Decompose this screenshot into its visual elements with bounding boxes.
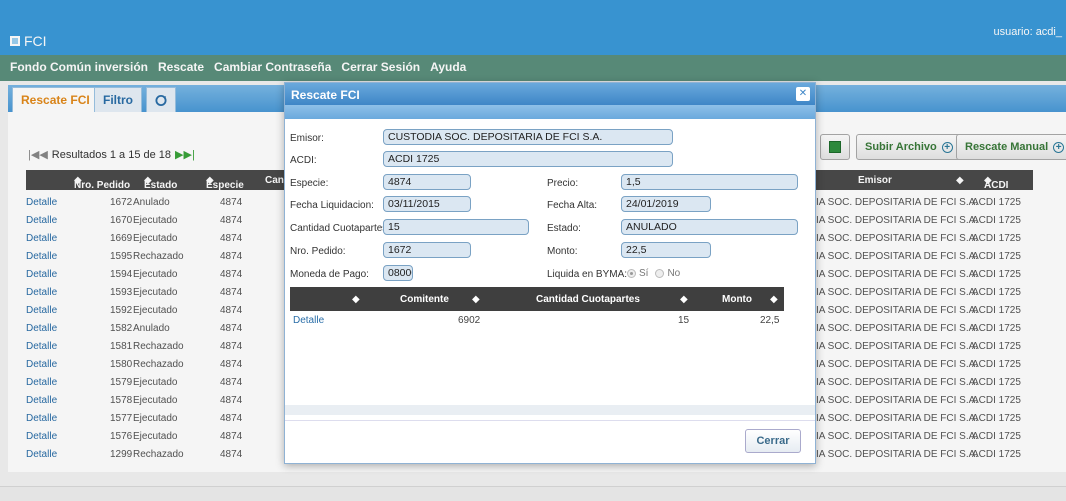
field-cantidad-cuotapartes[interactable]: 15 bbox=[383, 219, 529, 235]
label-estado: Estado: bbox=[547, 223, 581, 234]
dialog-footer-divider bbox=[285, 420, 815, 421]
label-moneda-pago: Moneda de Pago: bbox=[290, 269, 369, 280]
radio-no[interactable] bbox=[655, 269, 665, 278]
radio-si[interactable] bbox=[627, 269, 636, 278]
col-comitente[interactable]: Comitente bbox=[400, 294, 449, 305]
field-precio[interactable]: 1,5 bbox=[621, 174, 798, 190]
cerrar-button[interactable]: Cerrar bbox=[745, 429, 801, 453]
label-precio: Precio: bbox=[547, 178, 579, 189]
label-fecha-liquidacion: Fecha Liquidacion: bbox=[290, 200, 374, 211]
label-liquida-byma: Liquida en BYMA: bbox=[547, 269, 628, 280]
page-footer bbox=[0, 486, 1066, 501]
label-emisor: Emisor: bbox=[290, 133, 324, 144]
dialog-subheader bbox=[285, 105, 815, 119]
cell-cantidad: 15 bbox=[678, 315, 690, 326]
detail-grid-header: ◆ Comitente ◆ Cantidad Cuotapartes ◆ Mon… bbox=[290, 287, 784, 311]
field-acdi[interactable]: ACDI 1725 bbox=[383, 151, 673, 167]
field-fecha-alta[interactable]: 24/01/2019 bbox=[621, 196, 711, 212]
cell-monto: 22,5 bbox=[760, 315, 780, 326]
col-cantidad-cuotapartes[interactable]: Cantidad Cuotapartes bbox=[536, 294, 640, 305]
sort-icon[interactable]: ◆ bbox=[770, 294, 778, 305]
dialog-title: Rescate FCI bbox=[285, 83, 815, 105]
cell-comitente: 6902 bbox=[458, 315, 481, 326]
label-especie: Especie: bbox=[290, 178, 329, 189]
sort-icon[interactable]: ◆ bbox=[680, 294, 688, 305]
field-estado[interactable]: ANULADO bbox=[621, 219, 798, 235]
field-monto[interactable]: 22,5 bbox=[621, 242, 711, 258]
radio-no-label: No bbox=[667, 268, 681, 279]
sort-icon[interactable]: ◆ bbox=[352, 294, 360, 305]
detail-grid-row: Detalle 6902 15 22,5 bbox=[290, 311, 784, 331]
field-nro-pedido[interactable]: 1672 bbox=[383, 242, 471, 258]
rescate-dialog: Rescate FCI ✕ Emisor: CUSTODIA SOC. DEPO… bbox=[284, 82, 816, 464]
sort-icon[interactable]: ◆ bbox=[472, 294, 480, 305]
label-monto: Monto: bbox=[547, 246, 578, 257]
radio-si-label: Sí bbox=[639, 268, 649, 279]
field-fecha-liquidacion[interactable]: 03/11/2015 bbox=[383, 196, 471, 212]
field-moneda-pago[interactable]: 08000 bbox=[383, 265, 413, 281]
label-cantidad-cuotapartes: Cantidad Cuotapartes: bbox=[290, 223, 391, 234]
close-icon[interactable]: ✕ bbox=[796, 87, 810, 101]
label-acdi: ACDI: bbox=[290, 155, 317, 166]
detalle-link[interactable]: Detalle bbox=[293, 315, 324, 326]
label-fecha-alta: Fecha Alta: bbox=[547, 200, 598, 211]
label-nro-pedido: Nro. Pedido: bbox=[290, 246, 346, 257]
field-especie[interactable]: 4874 bbox=[383, 174, 471, 190]
col-monto[interactable]: Monto bbox=[722, 294, 752, 305]
field-emisor[interactable]: CUSTODIA SOC. DEPOSITARIA DE FCI S.A. bbox=[383, 129, 673, 145]
liquida-byma-radios: Sí No bbox=[627, 268, 680, 279]
dialog-scroll-area bbox=[285, 405, 815, 415]
